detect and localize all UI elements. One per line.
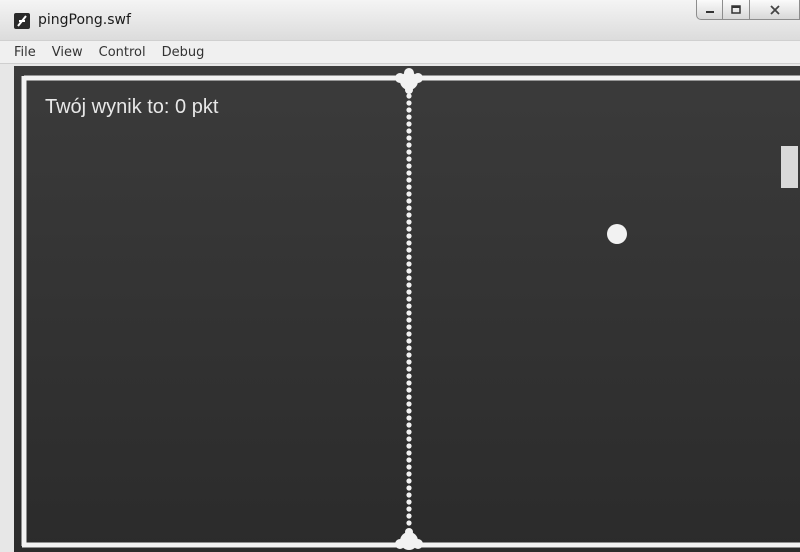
- ball: [607, 224, 627, 244]
- net-dot: [406, 387, 412, 393]
- net-dot: [406, 310, 412, 316]
- net-dot: [406, 520, 412, 526]
- net-dot: [406, 156, 412, 162]
- net-dot: [406, 177, 412, 183]
- net-dot: [406, 359, 412, 365]
- net-dot: [406, 492, 412, 498]
- net-post-bottom: [395, 528, 423, 550]
- net-dot: [406, 121, 412, 127]
- net-dot: [406, 345, 412, 351]
- net-dot: [406, 394, 412, 400]
- net-dot: [406, 373, 412, 379]
- net-dot: [406, 184, 412, 190]
- net-dot: [406, 352, 412, 358]
- net-dot: [406, 275, 412, 281]
- net-dot: [406, 317, 412, 323]
- net-dot: [406, 513, 412, 519]
- net-dot: [406, 485, 412, 491]
- net-dot: [406, 170, 412, 176]
- net-post-top: [395, 68, 423, 94]
- net-dot: [406, 450, 412, 456]
- net-dot: [406, 422, 412, 428]
- net-dot: [406, 135, 412, 141]
- net-dot: [406, 282, 412, 288]
- net-dot: [406, 261, 412, 267]
- net-dot: [406, 205, 412, 211]
- net-dot: [406, 289, 412, 295]
- player-paddle[interactable]: [781, 146, 798, 188]
- net-dot: [406, 233, 412, 239]
- net-dot: [406, 114, 412, 120]
- net-dot: [406, 240, 412, 246]
- net-dot: [406, 338, 412, 344]
- score-text: Twój wynik to: 0 pkt: [45, 96, 219, 118]
- net-dot: [406, 401, 412, 407]
- net-dot: [406, 366, 412, 372]
- net-dot: [406, 471, 412, 477]
- net-dot: [406, 478, 412, 484]
- net-dot: [406, 429, 412, 435]
- net-dot: [406, 100, 412, 106]
- net-dot: [406, 268, 412, 274]
- net-dot: [406, 443, 412, 449]
- net-dot: [406, 226, 412, 232]
- net-dot: [406, 219, 412, 225]
- net-dot: [406, 128, 412, 134]
- net-dot: [406, 408, 412, 414]
- net-dot: [406, 380, 412, 386]
- net-dot: [406, 149, 412, 155]
- net-dot: [406, 107, 412, 113]
- net-dot: [406, 254, 412, 260]
- net-dot: [406, 324, 412, 330]
- net-dot: [406, 303, 412, 309]
- net-dot: [406, 212, 412, 218]
- net-dot: [406, 415, 412, 421]
- ping-pong-field: [21, 68, 800, 550]
- net: [406, 93, 412, 526]
- net-dot: [406, 457, 412, 463]
- net-dot: [406, 247, 412, 253]
- net-dot: [406, 436, 412, 442]
- net-dot: [406, 93, 412, 99]
- app-window: pingPong.swf File View Control Debug Twó…: [0, 0, 800, 552]
- net-dot: [406, 163, 412, 169]
- net-dot: [406, 198, 412, 204]
- net-dot: [406, 499, 412, 505]
- net-dot: [406, 142, 412, 148]
- net-dot: [406, 191, 412, 197]
- net-dot: [406, 296, 412, 302]
- net-dot: [406, 464, 412, 470]
- net-dot: [406, 331, 412, 337]
- net-dot: [406, 506, 412, 512]
